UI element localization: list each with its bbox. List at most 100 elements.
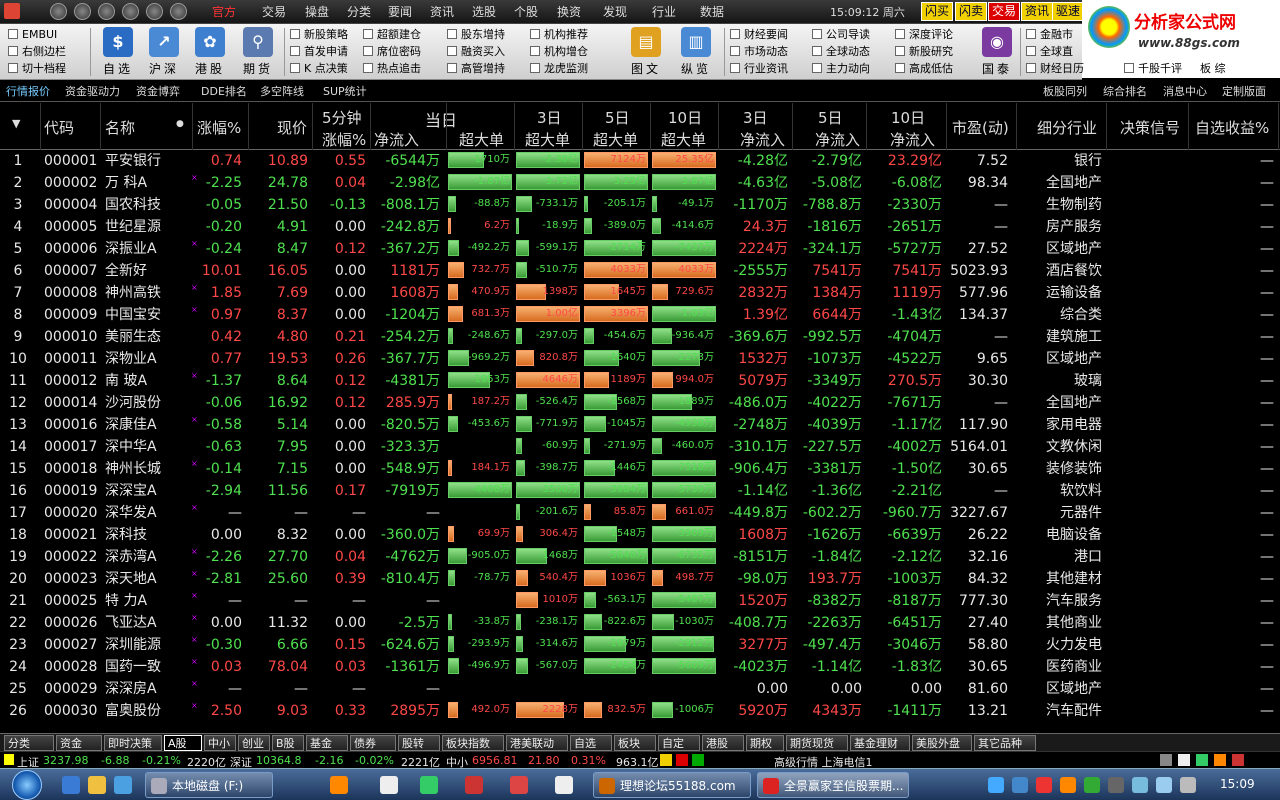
- menu-item-10[interactable]: 行业: [652, 3, 676, 20]
- check-col-2-0[interactable]: 股东增持: [447, 27, 505, 43]
- message-icon[interactable]: [1178, 754, 1190, 766]
- table-row[interactable]: 1 000001 平安银行 0.74 10.89 0.55 -6544万 -1710万 -2.3…: [0, 150, 1280, 172]
- check-col2-1-1[interactable]: 全球动态: [812, 44, 870, 60]
- check-col-3-1[interactable]: 机构增仓: [530, 44, 588, 60]
- check-col-1-2[interactable]: 热点追击: [363, 61, 421, 77]
- subtab-3[interactable]: DDE排名: [201, 83, 247, 99]
- nav-minimize-icon[interactable]: [170, 3, 187, 20]
- check-left-0[interactable]: EMBUI: [8, 27, 57, 43]
- table-row[interactable]: 3 000004 国农科技 -0.05 21.50 -0.13 -808.1万 -88.8万 -…: [0, 194, 1280, 216]
- system-clock[interactable]: 15:09: [1220, 777, 1255, 791]
- tray-lan-icon[interactable]: [1156, 777, 1172, 793]
- check-col-0-1[interactable]: 首发申请: [290, 44, 348, 60]
- sync-icon[interactable]: [1160, 754, 1172, 766]
- col-self-gain[interactable]: 自选收益%: [1195, 117, 1269, 138]
- market-tab-14[interactable]: 自定: [658, 735, 700, 751]
- check-col-2-2[interactable]: 高管增持: [447, 61, 505, 77]
- table-row[interactable]: 9 000010 美丽生态 0.42 4.80 0.21 -254.2万 -248.6万 -29…: [0, 326, 1280, 348]
- col-signal[interactable]: 决策信号: [1120, 117, 1180, 138]
- sz-index[interactable]: 10364.8: [256, 754, 302, 767]
- menu-item-2[interactable]: 操盘: [305, 3, 329, 20]
- col-code[interactable]: 代码: [44, 117, 74, 138]
- start-button[interactable]: [12, 770, 42, 800]
- col-3d-huge[interactable]: 超大单: [525, 129, 570, 150]
- nav-settings-icon[interactable]: [146, 3, 163, 20]
- check-col-0-2[interactable]: K 点决策: [290, 61, 348, 77]
- task-trading-app[interactable]: 全景赢家至信股票期...: [757, 772, 909, 798]
- table-row[interactable]: 16 000019 深深宝A -2.94 11.56 0.17 -7919万 -4408万 -3…: [0, 480, 1280, 502]
- explorer-icon[interactable]: [88, 776, 106, 794]
- col-industry[interactable]: 细分行业: [1037, 117, 1097, 138]
- nav-forward-icon[interactable]: [74, 3, 91, 20]
- app-icon-d[interactable]: [510, 776, 528, 794]
- connect-icon[interactable]: [1196, 754, 1208, 766]
- market-tab-6[interactable]: B股: [272, 735, 304, 751]
- col-3d-netin[interactable]: 净流入: [740, 129, 785, 150]
- check-col-2-1[interactable]: 融资买入: [447, 44, 505, 60]
- quick-button-3[interactable]: 资讯: [1021, 2, 1054, 21]
- market-tab-8[interactable]: 债券: [350, 735, 396, 751]
- check-col2-0-2[interactable]: 行业资讯: [730, 61, 788, 77]
- app-icon-a[interactable]: [380, 776, 398, 794]
- nav-refresh-icon[interactable]: [98, 3, 115, 20]
- table-row[interactable]: 10 000011 深物业A 0.77 19.53 0.26 -367.7万 -969.2万 8…: [0, 348, 1280, 370]
- table-row[interactable]: 23 000027 深圳能源 × -0.30 6.66 0.15 -624.6万 -293.9万…: [0, 634, 1280, 656]
- table-row[interactable]: 11 000012 南 玻A × -1.37 8.64 0.12 -4381万 -1953万 46…: [0, 370, 1280, 392]
- quick-button-2[interactable]: 交易: [988, 2, 1021, 21]
- nav-home-icon[interactable]: [122, 3, 139, 20]
- market-tab-7[interactable]: 基金: [306, 735, 348, 751]
- table-row[interactable]: 17 000020 深华发A × — — — — -201.6万 85.8万 661.0万 -449.…: [0, 502, 1280, 524]
- tray-network-icon[interactable]: [988, 777, 1004, 793]
- subtab-right-2[interactable]: 消息中心: [1163, 83, 1207, 99]
- app-icon-c[interactable]: [465, 776, 483, 794]
- table-row[interactable]: 15 000018 神州长城 × -0.14 7.15 0.00 -548.9万 184.1万 -…: [0, 458, 1280, 480]
- table-row[interactable]: 14 000017 深中华A -0.63 7.95 0.00 -323.3万 -60.9万 -2…: [0, 436, 1280, 458]
- alert-icon[interactable]: [660, 754, 672, 766]
- market-tab-3[interactable]: A股: [164, 735, 202, 751]
- toolbar-tail[interactable]: 板 综: [1200, 61, 1226, 77]
- menu-item-11[interactable]: 数据: [700, 3, 724, 20]
- check-col-3-0[interactable]: 机构推荐: [530, 27, 588, 43]
- market-tab-5[interactable]: 创业: [238, 735, 270, 751]
- ie-icon[interactable]: [62, 776, 80, 794]
- market-tab-13[interactable]: 板块: [614, 735, 656, 751]
- check-left-2[interactable]: 切十档程: [8, 61, 66, 77]
- check-col-1-1[interactable]: 席位密码: [363, 44, 421, 60]
- check-col3-0-0[interactable]: 金融市: [1026, 27, 1073, 43]
- col-today-netin[interactable]: 净流入: [374, 129, 419, 150]
- market-tab-1[interactable]: 资金: [56, 735, 102, 751]
- table-row[interactable]: 4 000005 世纪星源 -0.20 4.91 0.00 -242.8万 6.2万 -18.9…: [0, 216, 1280, 238]
- sh-index[interactable]: 3237.98: [43, 754, 89, 767]
- check-col2-2-0[interactable]: 深度评论: [895, 27, 953, 43]
- market-tab-4[interactable]: 中小: [204, 735, 236, 751]
- col-price[interactable]: 现价: [277, 117, 307, 138]
- tool-toolbar-big_mid-0[interactable]: ▤ 图文: [626, 27, 666, 79]
- col-5min-top[interactable]: 5分钟: [322, 107, 362, 128]
- tool-toolbar-big_left-0[interactable]: $ 自选: [98, 27, 138, 79]
- table-row[interactable]: 21 000025 特 力A × — — — —1010万 -563.1万 -5407万 1520万…: [0, 590, 1280, 612]
- check-col2-0-0[interactable]: 财经要闻: [730, 27, 788, 43]
- tray-security-icon[interactable]: [1084, 777, 1100, 793]
- check-col3-1-2[interactable]: 千股千评: [1124, 61, 1182, 77]
- market-tab-15[interactable]: 港股: [702, 735, 744, 751]
- task-local-disk[interactable]: 本地磁盘 (F:): [145, 772, 273, 798]
- check-col3-0-2[interactable]: 财经日历: [1026, 61, 1084, 77]
- market-tab-18[interactable]: 基金理财: [850, 735, 910, 751]
- market-tab-10[interactable]: 板块指数: [442, 735, 504, 751]
- tray-app-icon[interactable]: [1036, 777, 1052, 793]
- menu-item-6[interactable]: 选股: [472, 3, 496, 20]
- app-icon-e[interactable]: [555, 776, 573, 794]
- media-icon[interactable]: [114, 776, 132, 794]
- nav-back-icon[interactable]: [50, 3, 67, 20]
- exit-icon[interactable]: [1232, 754, 1244, 766]
- menu-item-4[interactable]: 要闻: [388, 3, 412, 20]
- zx-index[interactable]: 6956.81: [472, 754, 518, 767]
- table-row[interactable]: 6 000007 全新好 10.01 16.05 0.00 1181万 732.7万 -510.…: [0, 260, 1280, 282]
- col-name[interactable]: 名称: [105, 117, 135, 138]
- check-col-1-0[interactable]: 超额建仓: [363, 27, 421, 43]
- menu-item-9[interactable]: 发现: [603, 3, 627, 20]
- subtab-2[interactable]: 资金博弈: [136, 83, 180, 99]
- menu-item-5[interactable]: 资讯: [430, 3, 454, 20]
- table-row[interactable]: 26 000030 富奥股份 × 2.50 9.03 0.33 2895万 492.0万 2228…: [0, 700, 1280, 722]
- subtab-right-1[interactable]: 综合排名: [1103, 83, 1147, 99]
